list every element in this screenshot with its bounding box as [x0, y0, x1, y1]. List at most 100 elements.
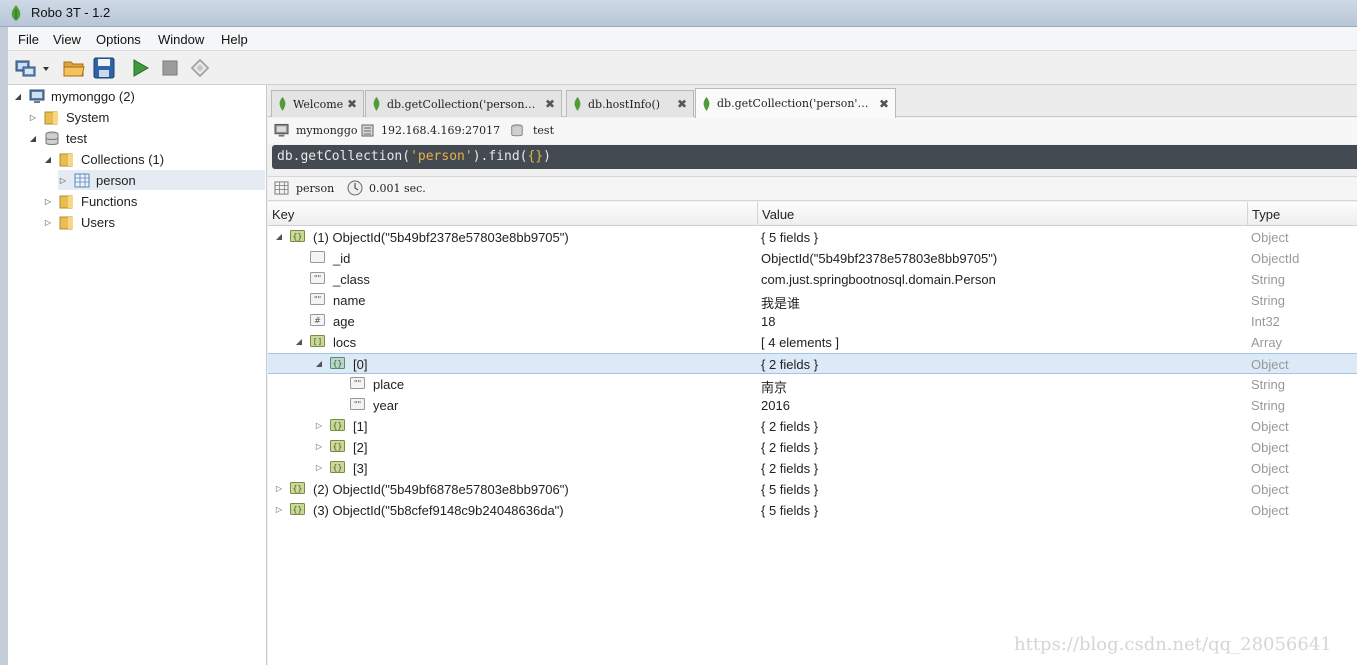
- table-row[interactable]: "" _class com.just.springbootnosql.domai…: [268, 269, 1357, 290]
- close-icon[interactable]: ✖: [879, 97, 889, 111]
- svg-text:{}: {}: [333, 442, 343, 451]
- rotate-icon[interactable]: [188, 56, 212, 80]
- menu-options[interactable]: Options: [96, 32, 141, 47]
- row-type: Object: [1251, 482, 1289, 497]
- column-divider[interactable]: [757, 202, 758, 226]
- open-folder-icon[interactable]: [62, 56, 86, 80]
- tree-node-database[interactable]: ◢ test: [28, 128, 87, 148]
- table-row[interactable]: ▷ {} [2] { 2 fields } Object: [268, 437, 1357, 458]
- grid-header: Key Value Type: [268, 202, 1357, 226]
- table-row[interactable]: "" place 南京 String: [268, 374, 1357, 395]
- object-type-icon: {}: [290, 482, 305, 494]
- collapsed-arrow-icon[interactable]: ▷: [314, 421, 324, 430]
- collapsed-arrow-icon[interactable]: ▷: [274, 505, 284, 514]
- menu-help[interactable]: Help: [221, 32, 248, 47]
- folder-icon: [44, 111, 58, 124]
- row-value: { 2 fields }: [761, 419, 819, 434]
- row-key: age: [333, 314, 355, 329]
- save-icon[interactable]: [92, 56, 116, 80]
- collapsed-arrow-icon[interactable]: ▷: [28, 113, 38, 122]
- dropdown-icon[interactable]: [40, 56, 52, 80]
- connect-icon[interactable]: [14, 56, 38, 80]
- run-icon[interactable]: [128, 56, 152, 80]
- result-collection: person: [296, 182, 335, 195]
- row-type: String: [1251, 293, 1285, 308]
- table-row[interactable]: ▷ {} [3] { 2 fields } Object: [268, 458, 1357, 479]
- row-key: (3) ObjectId("5b8cfef9148c9b24048636da"): [313, 503, 564, 518]
- table-row-selected[interactable]: ◢ {} [0] { 2 fields } Object: [268, 353, 1357, 374]
- tab-get-collection-1[interactable]: db.getCollection('person… ✖: [365, 90, 562, 117]
- tree-node-connection[interactable]: ◢ mymonggo (2): [13, 86, 135, 106]
- expanded-arrow-icon[interactable]: ◢: [28, 134, 38, 143]
- expanded-arrow-icon[interactable]: ◢: [314, 359, 324, 368]
- tree-node-system[interactable]: ▷ System: [28, 107, 109, 127]
- row-type: Object: [1251, 419, 1289, 434]
- row-key: locs: [333, 335, 357, 350]
- tab-get-collection-2[interactable]: db.getCollection('person'… ✖: [695, 88, 896, 118]
- table-row[interactable]: ▷ {} (3) ObjectId("5b8cfef9148c9b2404863…: [268, 500, 1357, 521]
- string-type-icon: "": [310, 293, 325, 305]
- table-row[interactable]: ◢ [] locs [ 4 elements ] Array: [268, 332, 1357, 353]
- close-icon[interactable]: ✖: [677, 97, 687, 111]
- column-divider[interactable]: [1247, 202, 1248, 226]
- column-header-key[interactable]: Key: [272, 207, 294, 222]
- expanded-arrow-icon[interactable]: ◢: [43, 155, 53, 164]
- row-value: { 2 fields }: [761, 461, 819, 476]
- tab-welcome[interactable]: Welcome ✖: [271, 90, 364, 117]
- object-type-icon: {}: [330, 357, 345, 369]
- expanded-arrow-icon[interactable]: ◢: [294, 337, 304, 346]
- table-row[interactable]: ◢ {} (1) ObjectId("5b49bf2378e57803e8bb9…: [268, 227, 1357, 248]
- svg-text:[]: []: [313, 337, 323, 346]
- table-row[interactable]: "" name 我是谁 String: [268, 290, 1357, 311]
- menu-window[interactable]: Window: [158, 32, 204, 47]
- collapsed-arrow-icon[interactable]: ▷: [43, 218, 53, 227]
- svg-text:{}: {}: [333, 359, 343, 368]
- svg-text:{}: {}: [333, 463, 343, 472]
- collapsed-arrow-icon[interactable]: ▷: [43, 197, 53, 206]
- string-type-icon: "": [310, 272, 325, 284]
- query-text[interactable]: db.getCollection('person').find({}): [277, 149, 551, 164]
- svg-text:"": "": [354, 400, 361, 409]
- functions-label: Functions: [81, 193, 138, 209]
- svg-text:{}: {}: [333, 421, 343, 430]
- collapsed-arrow-icon[interactable]: ▷: [314, 463, 324, 472]
- stop-icon[interactable]: [158, 56, 182, 80]
- query-tabs: Welcome ✖ db.getCollection('person… ✖ db…: [268, 85, 1357, 118]
- collapsed-arrow-icon[interactable]: ▷: [314, 442, 324, 451]
- collapsed-arrow-icon[interactable]: ▷: [274, 484, 284, 493]
- row-type: String: [1251, 377, 1285, 392]
- row-value: { 2 fields }: [761, 440, 819, 455]
- table-row[interactable]: _id ObjectId("5b49bf2378e57803e8bb9705")…: [268, 248, 1357, 269]
- server-name: mymonggo: [296, 124, 358, 137]
- toolbar: [8, 51, 1357, 85]
- collapsed-arrow-icon[interactable]: ▷: [58, 176, 68, 185]
- tab-host-info[interactable]: db.hostInfo() ✖: [566, 90, 694, 117]
- row-key: _id: [333, 251, 351, 266]
- close-icon[interactable]: ✖: [545, 97, 555, 111]
- column-header-value[interactable]: Value: [762, 207, 794, 222]
- tree-node-collection-person[interactable]: ▷ person: [58, 170, 265, 190]
- expanded-arrow-icon[interactable]: ◢: [13, 92, 23, 101]
- database-icon: [511, 124, 523, 137]
- table-row[interactable]: # age 18 Int32: [268, 311, 1357, 332]
- tree-node-users[interactable]: ▷ Users: [43, 212, 115, 232]
- row-value: 我是谁: [761, 296, 801, 311]
- row-value: [ 4 elements ]: [761, 335, 840, 350]
- menu-file[interactable]: File: [18, 32, 39, 47]
- table-row[interactable]: ▷ {} [1] { 2 fields } Object: [268, 416, 1357, 437]
- tree-node-collections[interactable]: ◢ Collections (1): [43, 149, 164, 169]
- close-icon[interactable]: ✖: [347, 97, 357, 111]
- collection-person-label: person: [96, 172, 136, 188]
- column-header-type[interactable]: Type: [1252, 207, 1280, 222]
- menu-view[interactable]: View: [53, 32, 81, 47]
- objectid-type-icon: [310, 251, 325, 263]
- table-row[interactable]: ▷ {} (2) ObjectId("5b49bf6878e57803e8bb9…: [268, 479, 1357, 500]
- row-value: { 5 fields }: [761, 503, 819, 518]
- table-row[interactable]: "" year 2016 String: [268, 395, 1357, 416]
- expanded-arrow-icon[interactable]: ◢: [274, 232, 284, 241]
- tree-node-functions[interactable]: ▷ Functions: [43, 191, 137, 211]
- table-icon: [74, 173, 90, 187]
- mongodb-leaf-icon: [703, 96, 710, 111]
- row-key: (1) ObjectId("5b49bf2378e57803e8bb9705"): [313, 230, 569, 245]
- query-editor[interactable]: db.getCollection('person').find({}): [272, 145, 1357, 169]
